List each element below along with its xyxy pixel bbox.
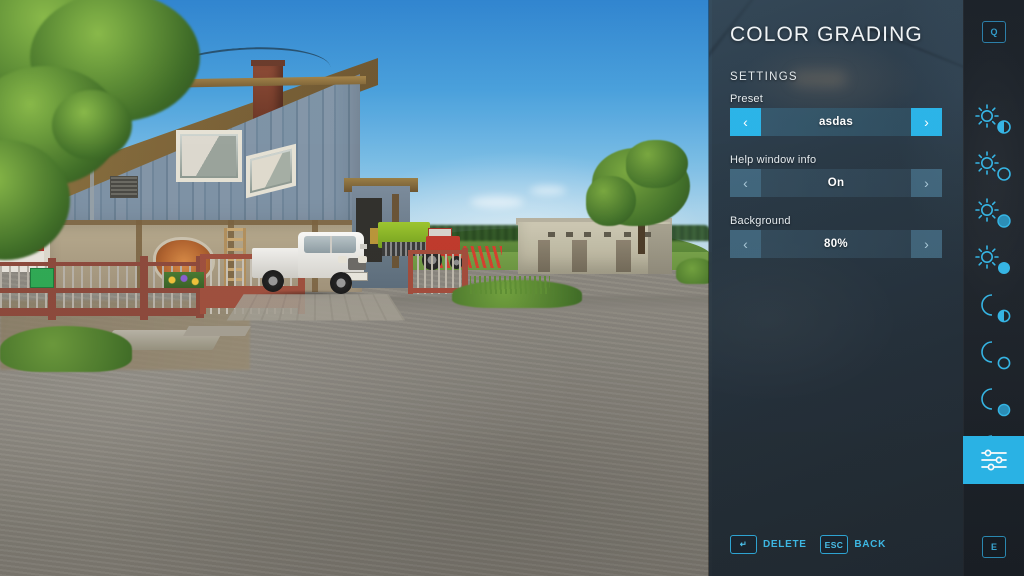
sun-half-moon-icon bbox=[973, 103, 1015, 137]
e-key-icon[interactable]: E bbox=[982, 536, 1006, 558]
building-vent bbox=[566, 232, 573, 237]
help-window-info-value[interactable]: On bbox=[761, 169, 911, 197]
tab-night-3[interactable] bbox=[963, 378, 1024, 426]
setting-label-background: Background bbox=[730, 215, 791, 227]
cloud bbox=[470, 196, 524, 208]
esc-key-icon: ESC bbox=[819, 535, 849, 554]
section-header: SETTINGS bbox=[730, 71, 798, 83]
help-window-info-prev-arrow-icon[interactable]: ‹ bbox=[730, 169, 761, 197]
sun-empty-circle-icon bbox=[973, 150, 1015, 184]
flower-bed bbox=[164, 272, 204, 288]
tree-left bbox=[0, 0, 220, 270]
grass-tufts bbox=[470, 276, 550, 294]
help-label-delete: DELETE bbox=[763, 539, 807, 550]
moon-dim-circle-icon bbox=[973, 385, 1015, 419]
grass-patch bbox=[676, 258, 712, 284]
setting-row-background[interactable]: Background ‹ 80% › bbox=[730, 215, 942, 258]
truck-window-divider bbox=[330, 236, 332, 253]
sun-full-circle-icon bbox=[973, 244, 1015, 278]
background-next-arrow-icon[interactable]: › bbox=[911, 230, 942, 258]
yard-gate-frame bbox=[408, 250, 413, 294]
truck-wheel bbox=[262, 270, 284, 292]
paved-driveway bbox=[226, 294, 406, 321]
sun-dim-circle-icon bbox=[973, 197, 1015, 231]
fence-rail bbox=[0, 308, 200, 316]
setting-row-preset[interactable]: Preset ‹ asdas › bbox=[730, 93, 942, 136]
tab-daylight-2[interactable] bbox=[963, 143, 1024, 191]
grass-patch bbox=[0, 326, 132, 372]
preset-next-arrow-icon[interactable]: › bbox=[911, 108, 942, 136]
yard-gate-frame bbox=[408, 250, 468, 254]
building-vent bbox=[548, 232, 555, 237]
help-label-back: BACK bbox=[854, 539, 887, 550]
moon-half-circle-icon bbox=[973, 291, 1015, 325]
tab-strip: Q E bbox=[963, 0, 1024, 576]
tree-canopy bbox=[52, 90, 132, 160]
help-window-info-next-arrow-icon[interactable]: › bbox=[911, 169, 942, 197]
white-pickup-truck bbox=[252, 232, 370, 300]
tab-daylight-1[interactable] bbox=[963, 96, 1024, 144]
setting-control-help-window-info: ‹ On › bbox=[730, 169, 942, 197]
concrete-kerb bbox=[183, 326, 251, 336]
cloud bbox=[530, 186, 566, 195]
game-viewport: SKLEP bbox=[0, 0, 712, 576]
truck-wheel bbox=[330, 272, 352, 294]
sliders-icon bbox=[979, 447, 1009, 473]
q-key-icon[interactable]: Q bbox=[982, 21, 1006, 43]
tab-daylight-4[interactable] bbox=[963, 237, 1024, 285]
background-prev-arrow-icon[interactable]: ‹ bbox=[730, 230, 761, 258]
tab-night-1[interactable] bbox=[963, 284, 1024, 332]
building-door bbox=[572, 240, 587, 272]
page-title: COLOR GRADING bbox=[730, 23, 923, 46]
background-value[interactable]: 80% bbox=[761, 230, 911, 258]
setting-control-background: ‹ 80% › bbox=[730, 230, 942, 258]
help-bar: ↵ DELETE ESC BACK bbox=[730, 535, 886, 554]
settings-header-glow bbox=[791, 70, 847, 87]
fence-rail bbox=[0, 288, 200, 293]
setting-row-help-window-info[interactable]: Help window info ‹ On › bbox=[730, 154, 942, 197]
truck-headlight bbox=[338, 256, 347, 263]
truck-headlight bbox=[358, 256, 367, 263]
truck-mirror bbox=[360, 244, 367, 249]
help-item-back[interactable]: ESC BACK bbox=[819, 535, 887, 554]
tab-settings[interactable] bbox=[963, 436, 1024, 484]
enter-key-icon: ↵ bbox=[730, 535, 757, 554]
building-door bbox=[538, 240, 550, 272]
setting-control-preset: ‹ asdas › bbox=[730, 108, 942, 136]
green-mailbox bbox=[30, 268, 54, 288]
settings-list: Preset ‹ asdas › Help window info ‹ On ›… bbox=[730, 93, 942, 276]
tab-night-2[interactable] bbox=[963, 331, 1024, 379]
tree-right bbox=[586, 140, 698, 254]
moon-empty-circle-icon bbox=[973, 338, 1015, 372]
preset-prev-arrow-icon[interactable]: ‹ bbox=[730, 108, 761, 136]
tab-daylight-3[interactable] bbox=[963, 190, 1024, 238]
help-item-delete[interactable]: ↵ DELETE bbox=[730, 535, 807, 554]
preset-value[interactable]: asdas bbox=[761, 108, 911, 136]
setting-label-help-window-info: Help window info bbox=[730, 154, 817, 166]
screen-root: SKLEP bbox=[0, 0, 1024, 576]
setting-label-preset: Preset bbox=[730, 93, 763, 105]
